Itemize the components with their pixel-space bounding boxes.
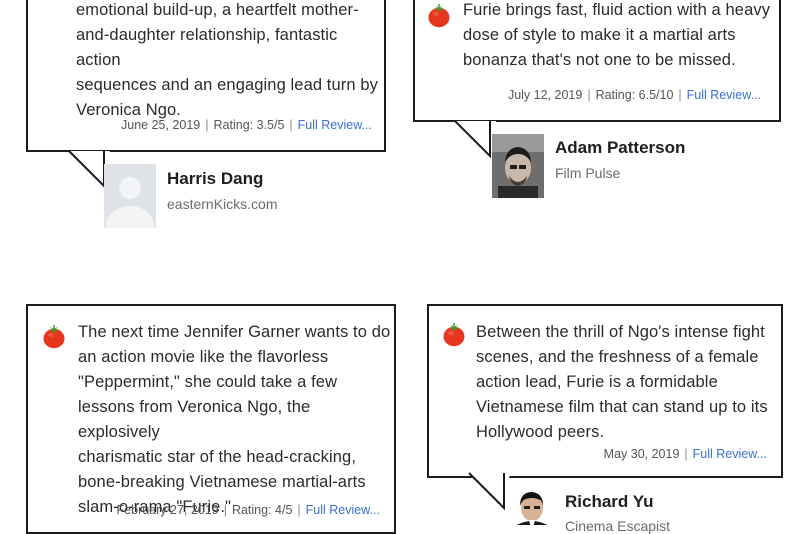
review-date: May 30, 2019 bbox=[603, 447, 680, 461]
review-card-4: Between the thrill of Ngo's intense figh… bbox=[427, 304, 783, 478]
full-review-link[interactable]: Full Review... bbox=[306, 503, 380, 517]
review-quote-3: The next time Jennifer Garner wants to d… bbox=[78, 323, 391, 516]
avatar bbox=[104, 164, 156, 228]
review-date: February 27, 2019 bbox=[116, 503, 219, 517]
review-quote-2: Furie brings fast, fluid action with a h… bbox=[463, 1, 771, 69]
review-meta-4: May 30, 2019 | Full Review... bbox=[603, 447, 767, 461]
critic-publication: Cinema Escapist bbox=[565, 518, 671, 534]
critic-publication: Film Pulse bbox=[555, 165, 621, 181]
review-card-2: Furie brings fast, fluid action with a h… bbox=[413, 0, 781, 122]
review-rating: Rating: 6.5/10 bbox=[595, 88, 674, 102]
review-card-1: emotional build-up, a heartfelt mother- … bbox=[26, 0, 386, 152]
critic-name[interactable]: Richard Yu bbox=[565, 492, 654, 512]
review-quote-1: emotional build-up, a heartfelt mother- … bbox=[76, 1, 378, 119]
review-meta-1: June 25, 2019 | Rating: 3.5/5 | Full Review.… bbox=[121, 118, 372, 132]
critic-publication: easternKicks.com bbox=[167, 196, 278, 212]
review-meta-3: February 27, 2019 | Rating: 4/5 | Full Revie… bbox=[116, 503, 380, 517]
review-card-3: The next time Jennifer Garner wants to d… bbox=[26, 304, 396, 534]
critic-name[interactable]: Adam Patterson bbox=[555, 138, 685, 158]
review-rating: Rating: 3.5/5 bbox=[213, 118, 285, 132]
full-review-link[interactable]: Full Review... bbox=[693, 447, 767, 461]
full-review-link[interactable]: Full Review... bbox=[687, 88, 761, 102]
review-quote-4: Between the thrill of Ngo's intense figh… bbox=[476, 323, 768, 441]
avatar bbox=[492, 134, 544, 198]
review-meta-2: July 12, 2019 | Rating: 6.5/10 | Full Review… bbox=[507, 88, 761, 102]
tomato-icon bbox=[443, 321, 465, 347]
full-review-link[interactable]: Full Review... bbox=[298, 118, 372, 132]
review-date: July 12, 2019 bbox=[507, 88, 583, 102]
tomato-icon bbox=[428, 2, 450, 28]
review-date: June 25, 2019 bbox=[121, 118, 201, 132]
critic-name[interactable]: Harris Dang bbox=[167, 169, 263, 189]
tomato-icon bbox=[43, 323, 65, 349]
avatar bbox=[505, 488, 557, 525]
review-rating: Rating: 4/5 bbox=[231, 503, 293, 517]
